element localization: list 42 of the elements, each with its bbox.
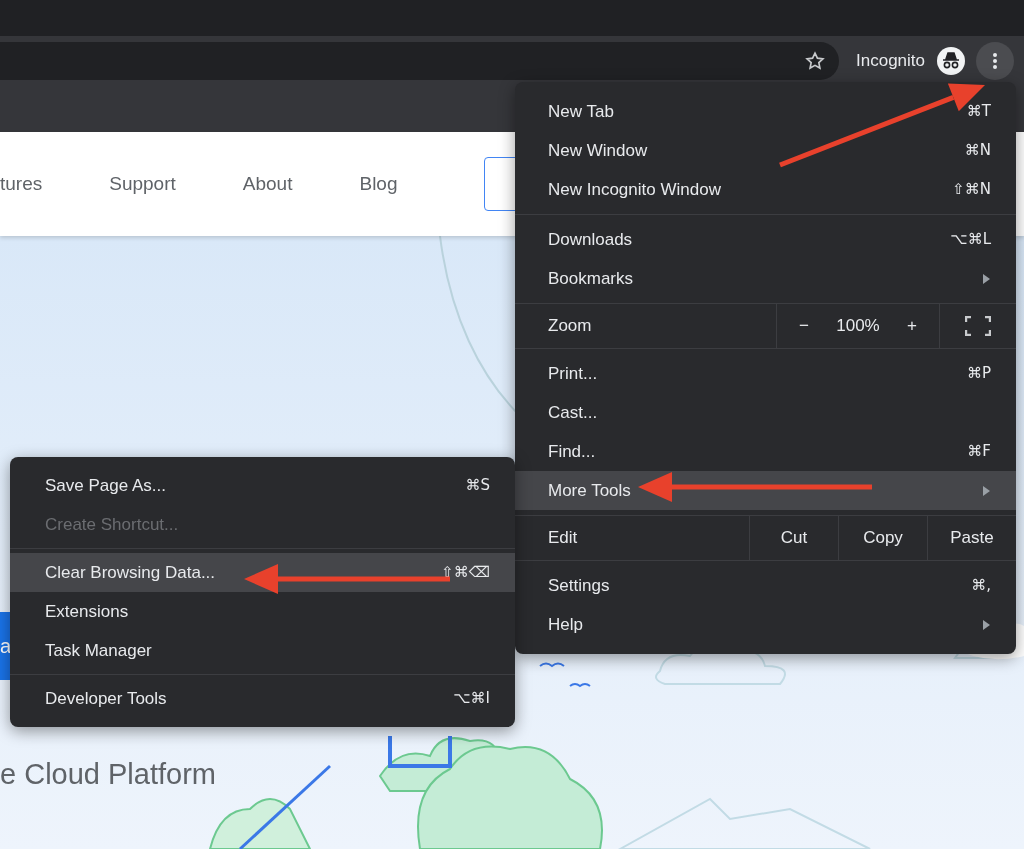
incognito-label: Incognito xyxy=(856,50,925,73)
menu-item[interactable]: More Tools xyxy=(515,471,1016,510)
shortcut-label: ⌘P xyxy=(966,363,991,385)
shortcut-label: ⌘F xyxy=(967,441,991,463)
menu-button[interactable] xyxy=(976,42,1014,80)
edit-action-button[interactable]: Paste xyxy=(927,516,1016,560)
menu-item[interactable]: Bookmarks xyxy=(515,259,1016,298)
menu-item[interactable]: Find... ⌘F xyxy=(515,432,1016,471)
bookmark-star-icon[interactable] xyxy=(805,51,825,71)
fullscreen-icon[interactable] xyxy=(965,316,991,336)
shortcut-label: ⌘, xyxy=(971,575,991,597)
menu-item[interactable]: Downloads ⌥⌘L xyxy=(515,220,1016,259)
menu-item[interactable]: Clear Browsing Data... ⇧⌘⌫ xyxy=(10,553,515,592)
shortcut-label: ⌘S xyxy=(465,475,490,497)
shortcut-label: ⇧⌘⌫ xyxy=(441,562,490,584)
nav-link[interactable]: Blog xyxy=(359,169,398,199)
menu-item[interactable]: Help xyxy=(515,605,1016,644)
nav-link[interactable]: About xyxy=(242,169,293,199)
nav-link[interactable]: Support xyxy=(109,169,176,199)
menu-item[interactable]: Developer Tools ⌥⌘I xyxy=(10,679,515,718)
menu-item[interactable]: New Incognito Window ⇧⌘N xyxy=(515,170,1016,209)
zoom-out-button[interactable]: − xyxy=(795,313,813,339)
shortcut-label: ⌥⌘I xyxy=(453,688,490,710)
shortcut-label: ⇧⌘N xyxy=(952,179,991,201)
menu-item[interactable]: New Window ⌘N xyxy=(515,131,1016,170)
edit-action-button[interactable]: Copy xyxy=(838,516,927,560)
nav-link[interactable]: tures xyxy=(0,169,43,199)
menu-item[interactable]: Settings ⌘, xyxy=(515,566,1016,605)
incognito-icon[interactable] xyxy=(937,47,965,75)
platform-name: e Cloud Platform xyxy=(0,760,216,789)
shortcut-label: ⌥⌘L xyxy=(950,229,991,251)
zoom-level: 100% xyxy=(836,315,880,338)
zoom-label: Zoom xyxy=(547,315,593,338)
menu-item[interactable]: Print... ⌘P xyxy=(515,354,1016,393)
edit-action-button[interactable]: Cut xyxy=(749,516,838,560)
more-vertical-icon xyxy=(993,53,997,69)
shortcut-label: ⌘T xyxy=(966,101,991,123)
menu-item[interactable]: Save Page As... ⌘S xyxy=(10,466,515,505)
menu-item[interactable]: Cast... xyxy=(515,393,1016,432)
shortcut-label: ⌘N xyxy=(964,140,991,162)
edit-label: Edit xyxy=(547,527,579,550)
zoom-in-button[interactable]: + xyxy=(903,313,921,339)
